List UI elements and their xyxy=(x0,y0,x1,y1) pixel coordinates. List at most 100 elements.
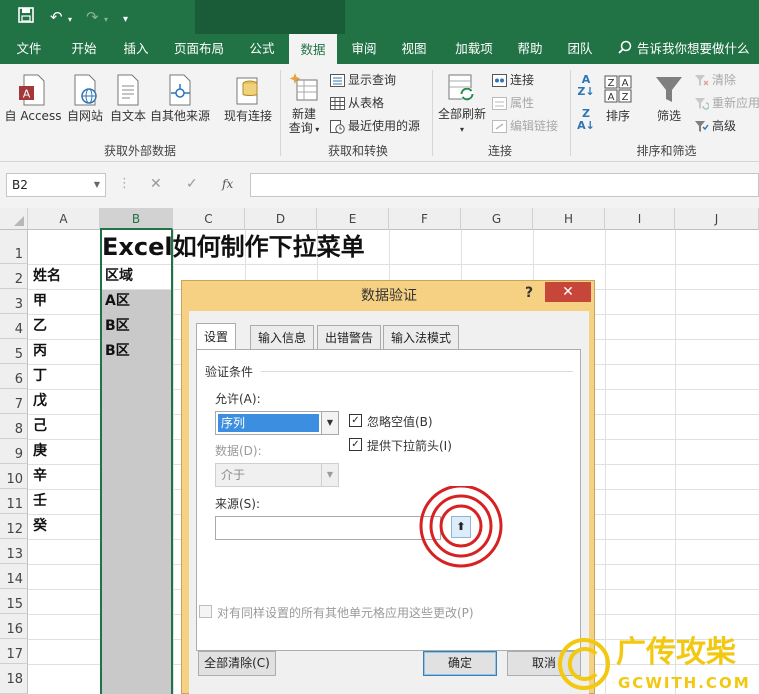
cancel-icon[interactable]: ✕ xyxy=(150,176,162,192)
from-web-button[interactable]: 自网站 xyxy=(62,74,108,123)
row-header[interactable]: 13 xyxy=(0,539,28,564)
row-header[interactable]: 8 xyxy=(0,414,28,439)
row-header[interactable]: 3 xyxy=(0,289,28,314)
from-table-button[interactable]: 从表格 xyxy=(330,95,384,111)
ignore-blank-checkbox[interactable]: ✓ xyxy=(349,414,362,427)
column-header-e[interactable]: E xyxy=(317,208,389,230)
undo-dropdown-icon[interactable]: ▾ xyxy=(68,10,72,30)
enter-icon[interactable]: ✓ xyxy=(186,176,198,192)
cell-a6[interactable]: 丁 xyxy=(29,364,47,389)
tab-ime-mode[interactable]: 输入法模式 xyxy=(383,325,460,349)
recent-sources-button[interactable]: 最近使用的源 xyxy=(330,118,420,134)
tab-error-alert[interactable]: 出错警告 xyxy=(317,325,382,349)
column-header-f[interactable]: F xyxy=(389,208,461,230)
cell-a5[interactable]: 丙 xyxy=(29,339,47,364)
row-header[interactable]: 6 xyxy=(0,364,28,389)
chevron-down-icon[interactable]: ▼ xyxy=(94,174,100,196)
chevron-down-icon[interactable]: ▼ xyxy=(321,412,338,434)
cell-a8[interactable]: 己 xyxy=(29,414,47,439)
cell-a11[interactable]: 壬 xyxy=(29,489,47,514)
from-text-button[interactable]: 自文本 xyxy=(107,74,149,123)
sort-descending-button[interactable]: Z A↓ xyxy=(574,108,598,132)
undo-icon[interactable]: ↶ xyxy=(50,7,63,27)
tab-formulas[interactable]: 公式 xyxy=(240,34,284,64)
tab-help[interactable]: 帮助 xyxy=(508,34,552,64)
sort-ascending-button[interactable]: A Z↓ xyxy=(574,74,598,98)
row-header[interactable]: 14 xyxy=(0,564,28,589)
row-header[interactable]: 16 xyxy=(0,614,28,639)
cell-b2[interactable]: 区域 xyxy=(101,264,133,289)
new-query-button[interactable]: 新建 查询 ▾ xyxy=(284,72,324,137)
source-input[interactable] xyxy=(215,516,441,540)
tab-home[interactable]: 开始 xyxy=(62,34,106,64)
sort-az-icon: A Z↓ xyxy=(577,73,595,98)
tell-me-search[interactable]: 告诉我你想要做什么 xyxy=(618,34,756,64)
row-header[interactable]: 1 xyxy=(0,230,28,264)
select-all-corner[interactable] xyxy=(0,208,28,230)
column-header-d[interactable]: D xyxy=(245,208,317,230)
cell-b5[interactable]: B区 xyxy=(101,339,130,364)
edit-links-icon xyxy=(492,120,507,133)
ok-button[interactable]: 确定 xyxy=(423,651,497,676)
column-header-b[interactable]: B xyxy=(100,208,173,230)
cell-a12[interactable]: 癸 xyxy=(29,514,47,539)
tab-file[interactable]: 文件 xyxy=(8,34,50,64)
row-header[interactable]: 18 xyxy=(0,664,28,694)
advanced-filter-label: 高级 xyxy=(712,119,737,133)
column-header-i[interactable]: I xyxy=(605,208,675,230)
group-label-sort-filter: 排序和筛选 xyxy=(636,144,697,158)
allow-select[interactable]: 序列 ▼ xyxy=(215,411,339,435)
row-header[interactable]: 17 xyxy=(0,639,28,664)
sort-button[interactable]: ZAAZ 排序 xyxy=(600,74,636,123)
cell-a7[interactable]: 戊 xyxy=(29,389,47,414)
sheet-title-cell[interactable]: Excel如何制作下拉菜单 xyxy=(102,230,365,264)
clear-all-button[interactable]: 全部清除(C) xyxy=(198,651,276,676)
tab-data[interactable]: 数据 xyxy=(289,34,337,64)
tab-insert[interactable]: 插入 xyxy=(114,34,158,64)
cell-a10[interactable]: 辛 xyxy=(29,464,47,489)
row-header[interactable]: 15 xyxy=(0,589,28,614)
from-other-sources-button[interactable]: 自其他来源 xyxy=(148,74,212,123)
show-queries-button[interactable]: 显示查询 xyxy=(330,72,396,88)
column-header-c[interactable]: C xyxy=(173,208,245,230)
row-header[interactable]: 4 xyxy=(0,314,28,339)
row-header[interactable]: 7 xyxy=(0,389,28,414)
row-header[interactable]: 10 xyxy=(0,464,28,489)
cell-b4[interactable]: B区 xyxy=(101,314,130,339)
row-header[interactable]: 12 xyxy=(0,514,28,539)
tab-review[interactable]: 审阅 xyxy=(342,34,386,64)
column-header-j[interactable]: J xyxy=(675,208,759,230)
tab-input-message[interactable]: 输入信息 xyxy=(250,325,315,349)
cell-a9[interactable]: 庚 xyxy=(29,439,47,464)
save-icon[interactable] xyxy=(18,7,34,28)
from-access-button[interactable]: A 自 Access xyxy=(4,74,62,123)
refresh-all-button[interactable]: 全部刷新 ▾ xyxy=(436,72,488,137)
close-icon[interactable]: ✕ xyxy=(545,282,591,302)
connections-button[interactable]: 连接 xyxy=(492,72,534,88)
cell-a3[interactable]: 甲 xyxy=(29,289,47,314)
row-header[interactable]: 5 xyxy=(0,339,28,364)
formula-input[interactable] xyxy=(250,173,759,197)
tab-settings[interactable]: 设置 xyxy=(196,323,237,350)
row-header[interactable]: 2 xyxy=(0,264,28,289)
cell-b3[interactable]: A区 xyxy=(101,289,130,314)
tab-addins[interactable]: 加载项 xyxy=(446,34,502,64)
column-header-a[interactable]: A xyxy=(28,208,100,230)
tab-view[interactable]: 视图 xyxy=(392,34,436,64)
advanced-filter-button[interactable]: 高级 xyxy=(694,118,736,134)
row-header[interactable]: 11 xyxy=(0,489,28,514)
customize-toolbar-icon[interactable]: ▾ xyxy=(123,10,128,30)
name-box[interactable]: B2 ▼ xyxy=(6,173,106,197)
help-icon[interactable]: ? xyxy=(525,285,533,301)
tab-page-layout[interactable]: 页面布局 xyxy=(166,34,232,64)
insert-function-icon[interactable]: fx xyxy=(222,176,233,192)
row-header[interactable]: 9 xyxy=(0,439,28,464)
column-header-h[interactable]: H xyxy=(533,208,605,230)
cell-a4[interactable]: 乙 xyxy=(29,314,47,339)
dropdown-arrow-checkbox[interactable]: ✓ xyxy=(349,438,362,451)
column-header-g[interactable]: G xyxy=(461,208,533,230)
filter-button[interactable]: 筛选 xyxy=(648,74,690,123)
tab-team[interactable]: 团队 xyxy=(558,34,602,64)
cell-a2[interactable]: 姓名 xyxy=(29,264,61,289)
existing-connections-button[interactable]: 现有连接 xyxy=(220,74,276,123)
